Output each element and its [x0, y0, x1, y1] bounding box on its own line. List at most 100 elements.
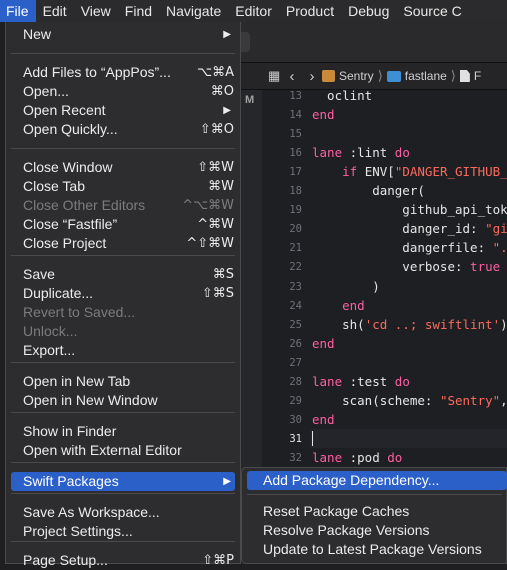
- menu-product[interactable]: Product: [279, 0, 341, 22]
- line-number: 26: [289, 337, 302, 350]
- line-number: 23: [289, 280, 302, 293]
- grid-icon[interactable]: ▦: [268, 68, 282, 84]
- menu-edit[interactable]: Edit: [36, 0, 74, 22]
- line-number: 29: [289, 394, 302, 407]
- menu-navigate[interactable]: Navigate: [159, 0, 228, 22]
- project-icon: [322, 70, 335, 82]
- menu-item-export[interactable]: Export...: [6, 341, 240, 360]
- menu-divider: [11, 412, 235, 413]
- code-line: sh('cd ..; swiftlint'): [312, 316, 507, 332]
- menu-debug[interactable]: Debug: [341, 0, 396, 22]
- menu-find[interactable]: Find: [118, 0, 159, 22]
- menu-item-close-project[interactable]: Close Project ^⇧⌘W: [6, 234, 240, 253]
- menu-view[interactable]: View: [74, 0, 118, 22]
- menu-item-label: Open with External Editor: [23, 442, 182, 458]
- code-line: lane :lint do: [312, 145, 410, 161]
- breadcrumb-project-label: Sentry: [339, 69, 374, 83]
- submenu-item-label: Update to Latest Package Versions: [263, 541, 482, 557]
- menu-bar: File Edit View Find Navigate Editor Prod…: [0, 0, 507, 22]
- menu-divider: [11, 541, 235, 542]
- menu-item-unlock: Unlock...: [6, 322, 240, 341]
- menu-item-shortcut: ^⇧⌘W: [186, 236, 234, 251]
- line-number: 31: [289, 432, 302, 445]
- line-number: 15: [289, 128, 302, 141]
- menu-item-open-recent[interactable]: Open Recent ▶: [6, 101, 240, 120]
- submenu-item-update-to-latest-package-versions[interactable]: Update to Latest Package Versions: [247, 540, 507, 559]
- menu-item-new[interactable]: New ▶: [6, 25, 240, 44]
- submenu-item-add-package-dependency[interactable]: Add Package Dependency...: [247, 471, 507, 490]
- menu-item-label: Project Settings...: [23, 523, 133, 539]
- menu-item-label: Export...: [23, 342, 76, 358]
- code-line: ): [312, 278, 380, 294]
- submenu-item-reset-package-caches[interactable]: Reset Package Caches: [247, 502, 507, 521]
- code-line: end: [312, 107, 335, 123]
- code-line: scan(scheme: "Sentry",: [312, 392, 507, 408]
- menu-item-open[interactable]: Open... ⌘O: [6, 82, 240, 101]
- line-number: 28: [289, 375, 302, 388]
- submenu-arrow-icon: ▶: [223, 29, 231, 40]
- code-line: lane :pod do: [312, 449, 403, 465]
- menu-item-page-setup[interactable]: Page Setup... ⇧⌘P: [6, 551, 240, 570]
- menu-item-shortcut: ⌘O: [210, 84, 234, 99]
- chevron-left-icon[interactable]: ‹: [282, 68, 302, 85]
- code-line: end: [342, 297, 365, 313]
- line-number: 25: [289, 318, 302, 331]
- breadcrumb-separator-icon: ⟩: [377, 68, 383, 83]
- menu-item-duplicate[interactable]: Duplicate... ⇧⌘S: [6, 284, 240, 303]
- line-number: 17: [289, 166, 302, 179]
- menu-file[interactable]: File: [0, 0, 36, 22]
- menu-item-close-fastfile[interactable]: Close “Fastfile” ^⌘W: [6, 215, 240, 234]
- code-line: lane :test do: [312, 373, 410, 389]
- menu-item-label: Swift Packages: [23, 473, 119, 489]
- submenu-divider: [247, 494, 502, 495]
- swift-packages-submenu: Add Package Dependency... Reset Package C…: [241, 467, 507, 564]
- menu-item-swift-packages[interactable]: Swift Packages ▶: [11, 472, 235, 491]
- menu-item-close-other-editors: Close Other Editors ^⌥⌘W: [6, 196, 240, 215]
- breadcrumb-separator-icon: ⟩: [450, 68, 456, 83]
- menu-item-label: Close Tab: [23, 178, 86, 194]
- code-line: dangerfile: "..: [312, 240, 507, 256]
- editor-tab[interactable]: [240, 32, 250, 52]
- menu-source-control[interactable]: Source C: [396, 0, 468, 22]
- breadcrumb-folder[interactable]: fastlane: [386, 69, 447, 83]
- menu-divider: [11, 462, 235, 463]
- menu-item-project-settings[interactable]: Project Settings...: [6, 522, 240, 541]
- breadcrumb-file[interactable]: F: [459, 69, 481, 83]
- menu-item-label: Revert to Saved...: [23, 304, 136, 320]
- modified-badge: M: [245, 94, 255, 106]
- menu-item-add-files-to-apppos[interactable]: Add Files to “AppPos”... ⌥⌘A: [6, 63, 240, 82]
- menu-item-shortcut: ⇧⌘W: [197, 160, 234, 175]
- submenu-item-resolve-package-versions[interactable]: Resolve Package Versions: [247, 521, 507, 540]
- menu-item-open-in-new-window[interactable]: Open in New Window: [6, 391, 240, 410]
- menu-item-open-in-new-tab[interactable]: Open in New Tab: [6, 372, 240, 391]
- menu-item-label: Duplicate...: [23, 285, 94, 301]
- chevron-right-icon[interactable]: ›: [302, 68, 322, 85]
- menu-item-show-in-finder[interactable]: Show in Finder: [6, 422, 240, 441]
- menu-item-label: Close Project: [23, 235, 107, 251]
- line-number: 22: [289, 261, 302, 274]
- line-number: 16: [289, 147, 302, 160]
- menu-item-label: Open Recent: [23, 102, 106, 118]
- menu-item-close-tab[interactable]: Close Tab ⌘W: [6, 177, 240, 196]
- menu-item-open-with-external-editor[interactable]: Open with External Editor: [6, 441, 240, 460]
- code-line: github_api_toke: [312, 202, 507, 218]
- code-line: danger_id: "git: [312, 221, 507, 237]
- menu-item-open-quickly[interactable]: Open Quickly... ⇧⌘O: [6, 120, 240, 139]
- code-line: verbose: true: [312, 259, 501, 275]
- submenu-item-label: Add Package Dependency...: [263, 472, 440, 488]
- menu-item-close-window[interactable]: Close Window ⇧⌘W: [6, 158, 240, 177]
- menu-divider: [11, 362, 235, 363]
- menu-item-shortcut: ⇧⌘O: [199, 122, 234, 137]
- code-line: if ENV["DANGER_GITHUB_A: [342, 164, 507, 180]
- breadcrumb-project[interactable]: Sentry: [322, 69, 374, 83]
- menu-item-shortcut: ⇧⌘S: [201, 286, 234, 301]
- menu-item-save-as-workspace[interactable]: Save As Workspace...: [6, 503, 240, 522]
- menu-editor[interactable]: Editor: [228, 0, 279, 22]
- menu-item-label: Open in New Window: [23, 392, 158, 408]
- menu-item-shortcut: ⌘S: [212, 267, 234, 282]
- menu-divider: [11, 148, 235, 149]
- menu-item-revert-to-saved: Revert to Saved...: [6, 303, 240, 322]
- menu-item-label: Page Setup...: [23, 552, 108, 568]
- menu-item-label: Unlock...: [23, 323, 78, 339]
- menu-item-save[interactable]: Save ⌘S: [6, 265, 240, 284]
